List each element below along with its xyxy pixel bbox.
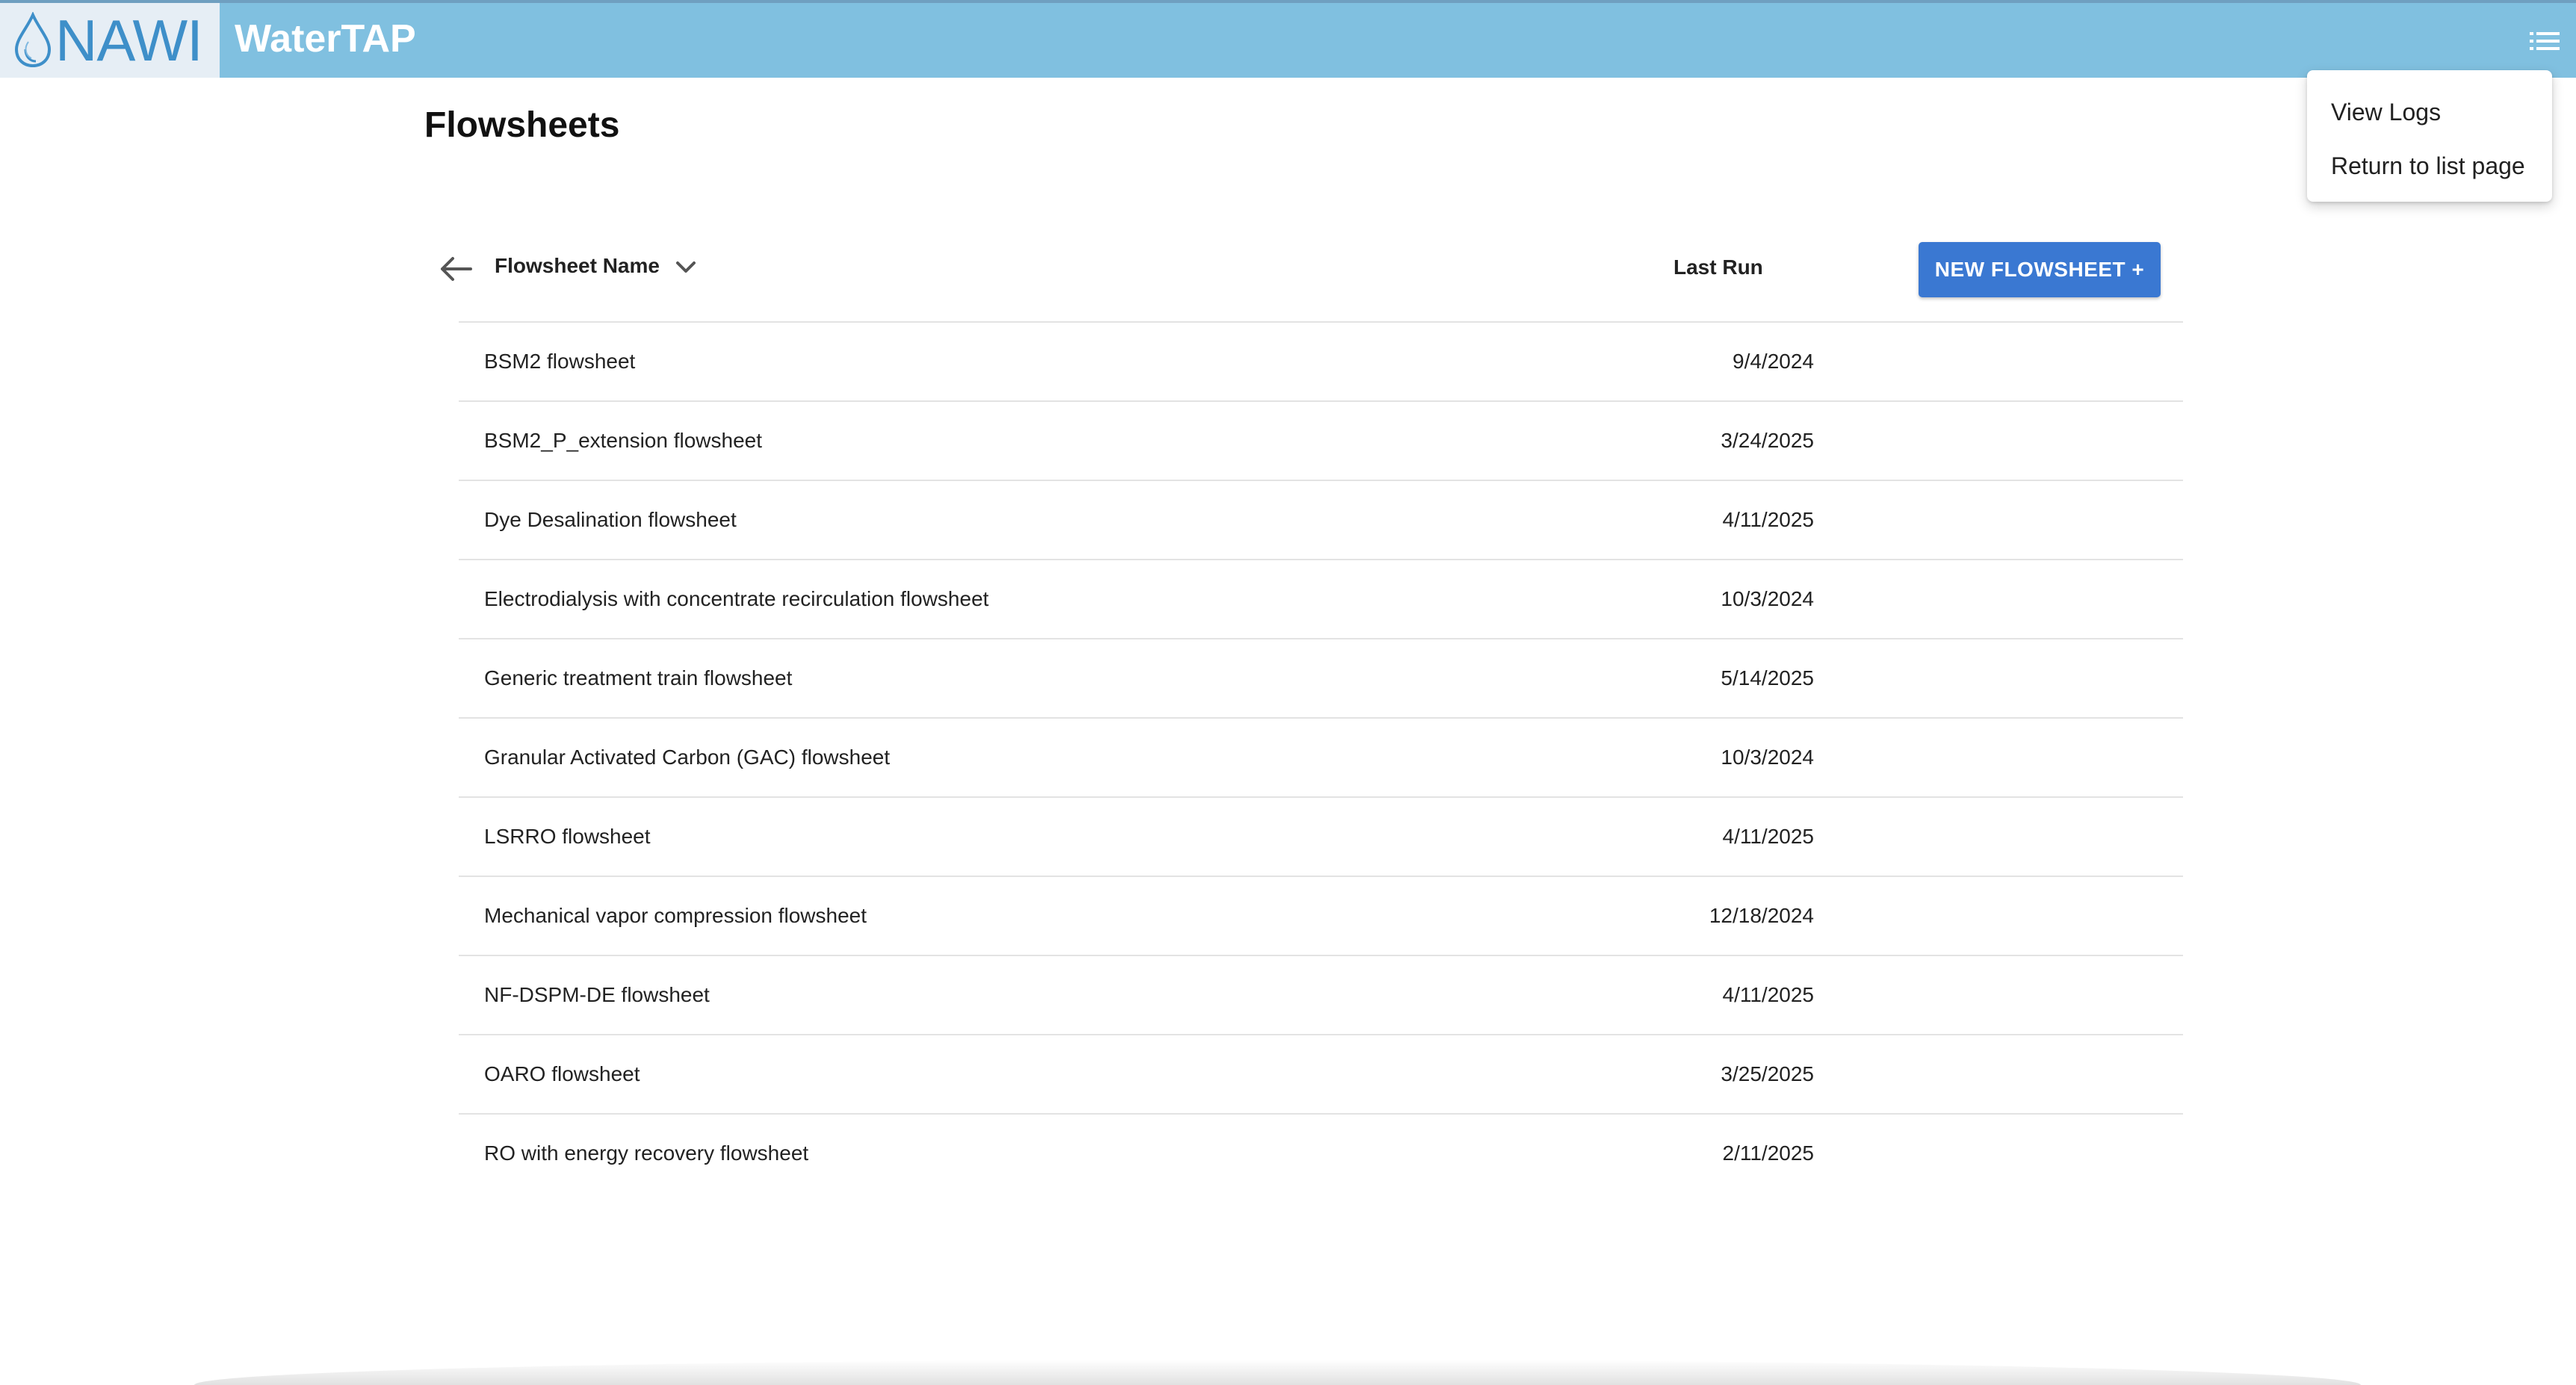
table-header: Flowsheet Name Last Run NEW FLOWSHEET + [424, 232, 2183, 324]
arrow-left-icon[interactable] [438, 254, 472, 284]
last-run-cell: 4/11/2025 [1722, 508, 1815, 531]
flowsheet-name-cell: BSM2_P_extension flowsheet [484, 429, 762, 452]
last-run-cell: 4/11/2025 [1722, 983, 1815, 1006]
flowsheet-name-cell: OARO flowsheet [484, 1062, 640, 1085]
table-row[interactable]: BSM2 flowsheet 9/4/2024 [459, 321, 2183, 400]
flowsheet-name-cell: Mechanical vapor compression flowsheet [484, 904, 867, 927]
last-run-cell: 3/25/2025 [1721, 1062, 1814, 1085]
flowsheet-name-cell: NF-DSPM-DE flowsheet [484, 983, 710, 1006]
flowsheet-name-cell: BSM2 flowsheet [484, 350, 636, 373]
table-row[interactable]: Granular Activated Carbon (GAC) flowshee… [459, 717, 2183, 796]
flowsheet-name-cell: RO with energy recovery flowsheet [484, 1141, 809, 1165]
column-header-flowsheet-name[interactable]: Flowsheet Name [495, 254, 660, 278]
table-row[interactable]: Generic treatment train flowsheet 5/14/20… [459, 638, 2183, 717]
last-run-cell: 3/24/2025 [1721, 429, 1814, 452]
list-menu-icon[interactable] [2530, 30, 2560, 52]
flowsheet-name-cell: LSRRO flowsheet [484, 825, 651, 848]
last-run-cell: 2/11/2025 [1722, 1141, 1815, 1165]
table-row[interactable]: OARO flowsheet 3/25/2025 [459, 1034, 2183, 1113]
app-header: NAWI WaterTAP [0, 0, 2576, 78]
window-bottom-shadow [194, 1360, 2361, 1385]
last-run-cell: 4/11/2025 [1722, 825, 1815, 848]
app-title: WaterTAP [235, 17, 416, 61]
flowsheet-name-cell: Generic treatment train flowsheet [484, 666, 793, 690]
last-run-cell: 9/4/2024 [1733, 350, 1814, 373]
water-drop-icon [14, 12, 52, 68]
last-run-cell: 5/14/2025 [1721, 666, 1814, 690]
flowsheet-name-cell: Dye Desalination flowsheet [484, 508, 737, 531]
table-row[interactable]: Mechanical vapor compression flowsheet 12… [459, 876, 2183, 955]
page-title: Flowsheets [424, 105, 620, 145]
options-menu: View Logs Return to list page [2307, 70, 2552, 202]
table-row[interactable]: Electrodialysis with concentrate recircu… [459, 559, 2183, 638]
table-row[interactable]: LSRRO flowsheet 4/11/2025 [459, 796, 2183, 876]
table-row[interactable]: RO with energy recovery flowsheet 2/11/20… [459, 1113, 2183, 1192]
column-header-last-run[interactable]: Last Run [1674, 255, 1763, 279]
flowsheet-name-cell: Electrodialysis with concentrate recircu… [484, 587, 989, 610]
chevron-down-icon[interactable] [674, 258, 698, 276]
new-flowsheet-button[interactable]: NEW FLOWSHEET + [1919, 242, 2161, 297]
last-run-cell: 10/3/2024 [1721, 746, 1814, 769]
last-run-cell: 10/3/2024 [1721, 587, 1814, 610]
table-row[interactable]: NF-DSPM-DE flowsheet 4/11/2025 [459, 955, 2183, 1034]
flowsheet-table: BSM2 flowsheet 9/4/2024 BSM2_P_extension f… [459, 321, 2183, 1192]
table-row[interactable]: Dye Desalination flowsheet 4/11/2025 [459, 480, 2183, 559]
table-row[interactable]: BSM2_P_extension flowsheet 3/24/2025 [459, 400, 2183, 480]
logo-text: NAWI [55, 7, 203, 73]
nawi-logo[interactable]: NAWI [0, 3, 220, 78]
flowsheet-name-cell: Granular Activated Carbon (GAC) flowshee… [484, 746, 891, 769]
last-run-cell: 12/18/2024 [1709, 904, 1814, 927]
menu-item-view-logs[interactable]: View Logs [2307, 85, 2552, 139]
menu-item-return-to-list[interactable]: Return to list page [2307, 139, 2552, 193]
